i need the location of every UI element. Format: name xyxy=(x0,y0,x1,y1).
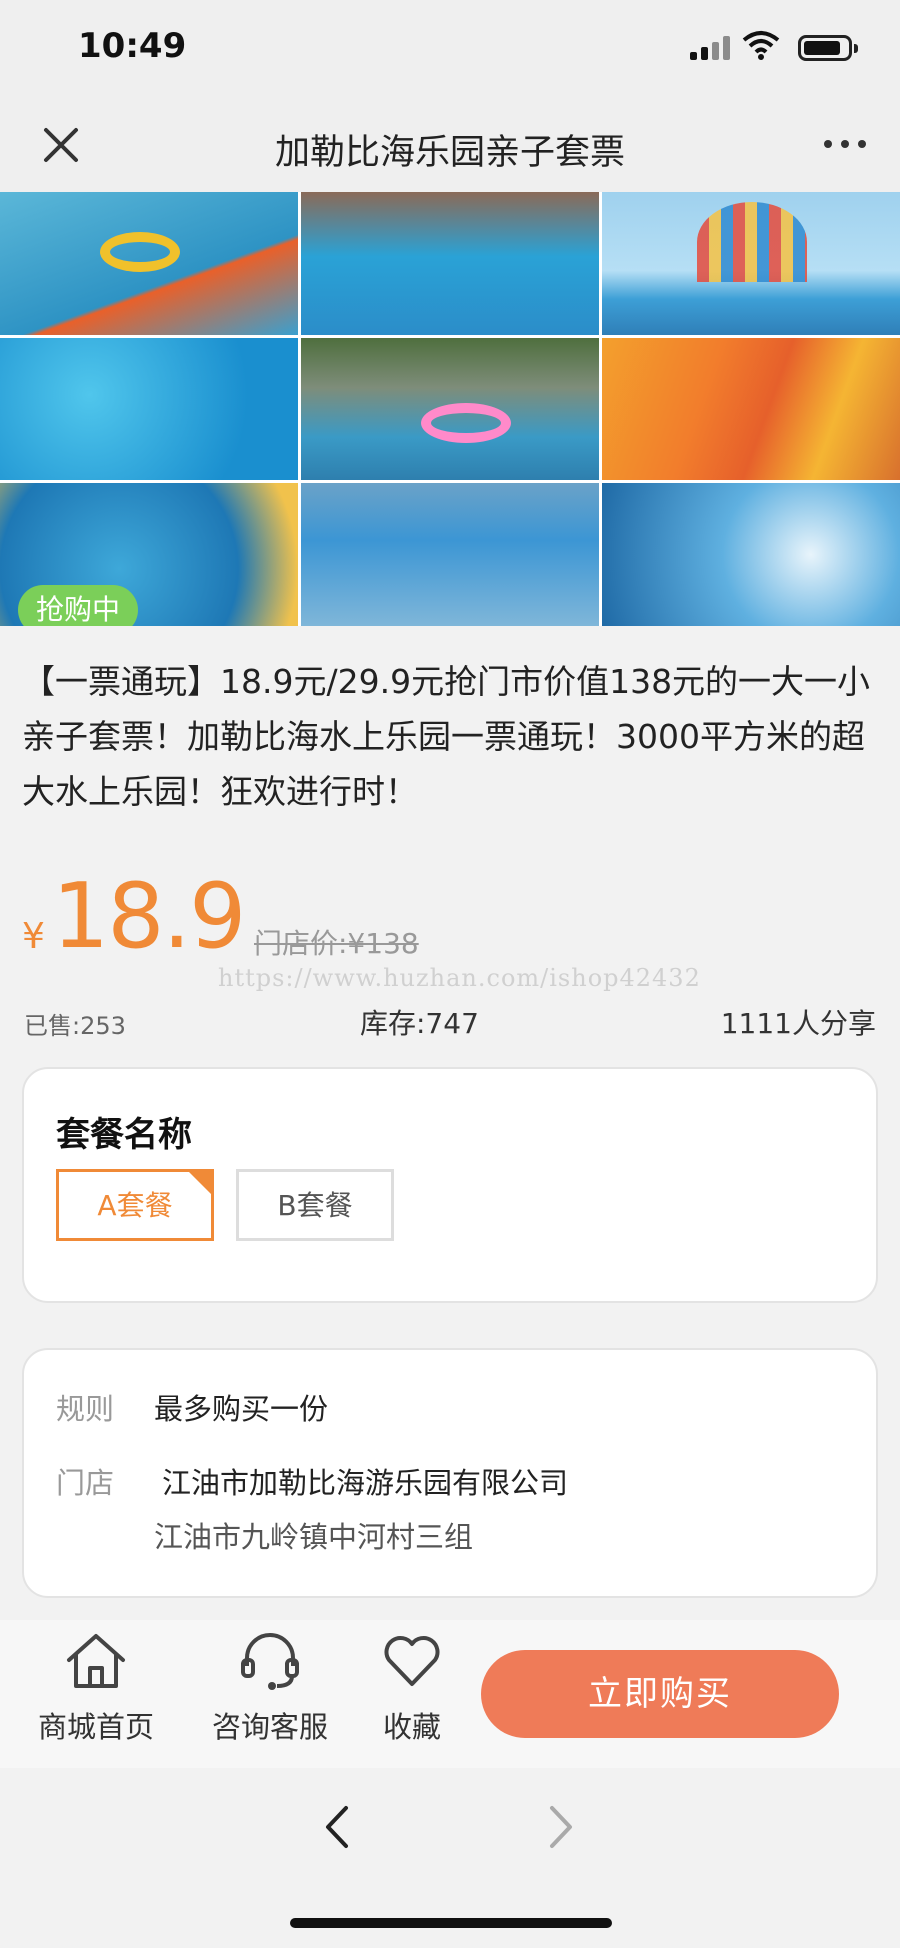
package-option-b[interactable]: B套餐 xyxy=(236,1169,394,1241)
bottom-action-bar: 商城首页 咨询客服 收藏 立即购买 xyxy=(0,1620,900,1768)
photo-tile xyxy=(0,337,298,481)
battery-icon xyxy=(798,35,858,61)
back-arrow-icon[interactable] xyxy=(322,1804,352,1850)
home-label: 商城首页 xyxy=(37,1710,154,1744)
favorite-label: 收藏 xyxy=(382,1710,441,1744)
stock-count: 库存:747 xyxy=(360,1007,479,1040)
nav-bar: 加勒比海乐园亲子套票 xyxy=(0,100,900,192)
info-card: 规则 最多购买一份 门店 江油市加勒比海游乐园有限公司 江油市九岭镇中河村三组 xyxy=(22,1348,878,1598)
home-button[interactable]: 商城首页 xyxy=(34,1630,158,1746)
original-price: 门店价:¥138 xyxy=(254,927,419,960)
photo-tile xyxy=(301,192,599,335)
photo-tile xyxy=(602,192,900,335)
signal-icon xyxy=(690,36,730,60)
service-label: 咨询客服 xyxy=(211,1710,328,1744)
store-address[interactable]: 江油市九岭镇中河村三组 xyxy=(154,1514,473,1556)
store-name[interactable]: 江油市加勒比海游乐园有限公司 xyxy=(162,1460,568,1502)
close-icon[interactable] xyxy=(38,122,84,168)
customer-service-button[interactable]: 咨询客服 xyxy=(208,1630,332,1746)
forward-arrow-icon[interactable] xyxy=(546,1804,576,1850)
watermark: https://www.huzhan.com/ishop42432 xyxy=(218,964,701,992)
page-title: 加勒比海乐园亲子套票 xyxy=(274,133,625,173)
buy-now-button[interactable]: 立即购买 xyxy=(481,1650,839,1738)
status-time: 10:49 xyxy=(78,26,187,66)
photo-tile xyxy=(0,192,298,335)
product-info: 【一票通玩】18.9元/29.9元抢门市价值138元的一大一小亲子套票！加勒比海… xyxy=(0,626,900,1066)
photo-tile xyxy=(602,337,900,481)
package-heading: 套餐名称 xyxy=(56,1115,192,1155)
package-card: 套餐名称 A套餐 B套餐 xyxy=(22,1067,878,1303)
product-image[interactable] xyxy=(0,192,900,626)
headset-icon xyxy=(241,1633,299,1690)
heart-icon xyxy=(384,1636,440,1686)
home-icon xyxy=(67,1634,125,1688)
currency-symbol: ¥ xyxy=(22,916,45,957)
sold-count: 已售:253 xyxy=(24,1012,126,1040)
photo-tile xyxy=(301,483,599,626)
status-bar: 10:49 xyxy=(0,0,900,100)
photo-tile xyxy=(602,483,900,626)
photo-tile xyxy=(301,337,599,481)
store-label: 门店 xyxy=(56,1466,115,1500)
rule-label: 规则 xyxy=(56,1392,115,1426)
product-title: 【一票通玩】18.9元/29.9元抢门市价值138元的一大一小亲子套票！加勒比海… xyxy=(22,662,871,811)
browser-toolbar xyxy=(0,1768,900,1948)
favorite-button[interactable]: 收藏 xyxy=(372,1630,452,1746)
rule-value: 最多购买一份 xyxy=(154,1392,329,1426)
home-indicator xyxy=(290,1918,612,1928)
wifi-icon xyxy=(742,31,780,60)
more-icon[interactable] xyxy=(824,140,866,148)
share-count: 1111人分享 xyxy=(720,1007,876,1040)
package-option-a[interactable]: A套餐 xyxy=(56,1169,214,1241)
price: 18.9 xyxy=(52,864,246,969)
